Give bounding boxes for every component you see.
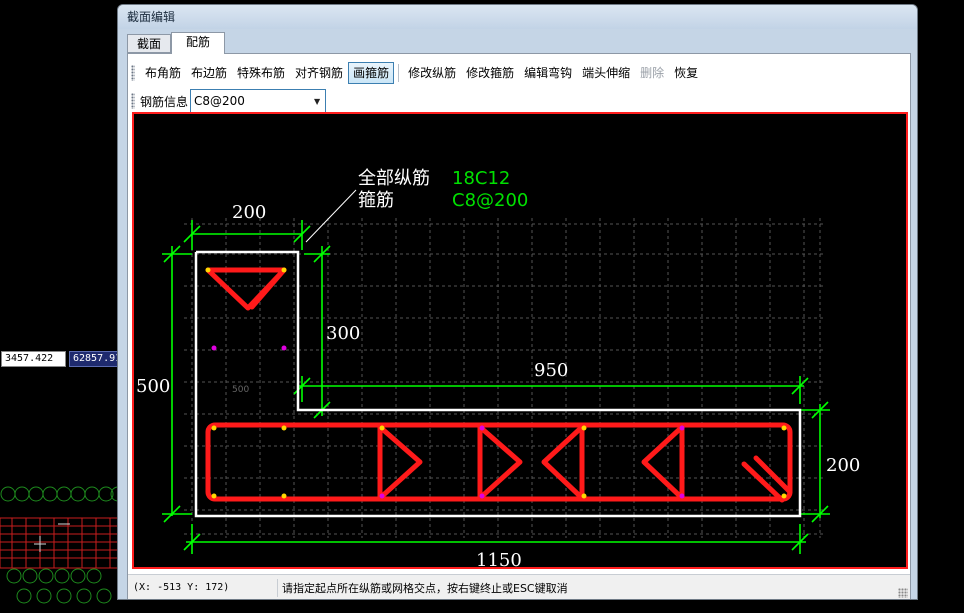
modify-stirrup-button[interactable]: 修改箍筋 (461, 62, 519, 84)
dim-web-length: 950 (534, 360, 568, 381)
annotation-stirrup-value: C8@200 (452, 190, 528, 211)
dim-right-height: 200 (826, 455, 860, 476)
draw-stirrup-button[interactable]: 画箍筋 (348, 62, 395, 84)
window-title[interactable]: 截面编辑 (118, 5, 917, 29)
chevron-down-icon[interactable]: ▼ (309, 90, 325, 112)
stirrups (205, 267, 793, 503)
status-bar: (X: -513 Y: 172) 请指定起点所在纵筋或网格交点，按右键终止或ES… (128, 574, 910, 599)
status-message: 请指定起点所在纵筋或网格交点，按右键终止或ESC键取消 (282, 581, 568, 595)
dim-flange-height: 300 (326, 323, 360, 344)
drawing-canvas[interactable]: 200 500 300 950 200 1150 500 全部纵筋 18C12 … (132, 112, 908, 569)
dim-top-width: 200 (232, 202, 266, 223)
toolbar-separator (398, 64, 400, 82)
rebar-points (205, 267, 787, 499)
rebar-info-select[interactable]: C8@200 ▼ (190, 89, 327, 113)
edge-bar-button[interactable]: 布边筋 (186, 62, 232, 84)
dim-left-height: 500 (136, 376, 170, 397)
background-drawing-fragment (0, 480, 124, 613)
special-bar-button[interactable]: 特殊布筋 (232, 62, 290, 84)
end-stretch-button[interactable]: 端头伸缩 (577, 62, 635, 84)
annotation-longitudinal-label: 全部纵筋 (358, 168, 430, 189)
background-coord-y-field[interactable]: 62857.91 (69, 351, 121, 367)
rebar-info-label: 钢筋信息 (140, 94, 189, 109)
annotation-stirrup-label: 箍筋 (358, 190, 394, 211)
modify-longitudinal-button[interactable]: 修改纵筋 (403, 62, 461, 84)
rebar-toolbar: 布角筋 布边筋 特殊布筋 对齐钢筋 画箍筋 修改纵筋 修改箍筋 编辑弯钩 端头伸… (131, 60, 703, 86)
restore-button[interactable]: 恢复 (669, 62, 703, 84)
delete-button[interactable]: 删除 (635, 62, 669, 84)
tab-reinforcement[interactable]: 配筋 (171, 32, 225, 54)
rebar-info-value: C8@200 (194, 94, 245, 108)
annotation-longitudinal-value: 18C12 (452, 168, 510, 189)
toolbar-grip[interactable] (131, 93, 135, 109)
dim-total-width: 1150 (476, 550, 522, 567)
corner-bar-button[interactable]: 布角筋 (140, 62, 186, 84)
tab-section[interactable]: 截面 (127, 34, 171, 53)
cursor-coordinates: (X: -513 Y: 172) (128, 578, 278, 597)
tab-panel: 布角筋 布边筋 特殊布筋 对齐钢筋 画箍筋 修改纵筋 修改箍筋 编辑弯钩 端头伸… (127, 53, 911, 599)
annotation-leader (305, 189, 357, 243)
background-coord-x-field[interactable]: 3457.422 (1, 351, 66, 367)
edit-hook-button[interactable]: 编辑弯钩 (519, 62, 577, 84)
align-bar-button[interactable]: 对齐钢筋 (290, 62, 348, 84)
dim-faint-label: 500 (232, 385, 249, 395)
toolbar-grip[interactable] (131, 65, 135, 81)
desktop: 3457.422 62857.91 截面编辑 截面 配筋 布角筋 布边筋 特殊布… (0, 0, 964, 613)
section-drawing: 200 500 300 950 200 1150 500 全部纵筋 18C12 … (136, 168, 860, 567)
rebar-info-toolbar: 钢筋信息 C8@200 ▼ (131, 88, 327, 114)
resize-grip[interactable] (898, 588, 908, 598)
section-edit-window: 截面编辑 截面 配筋 布角筋 布边筋 特殊布筋 对齐钢筋 画箍筋 修改纵筋 修改… (117, 4, 918, 600)
grid (184, 218, 824, 538)
